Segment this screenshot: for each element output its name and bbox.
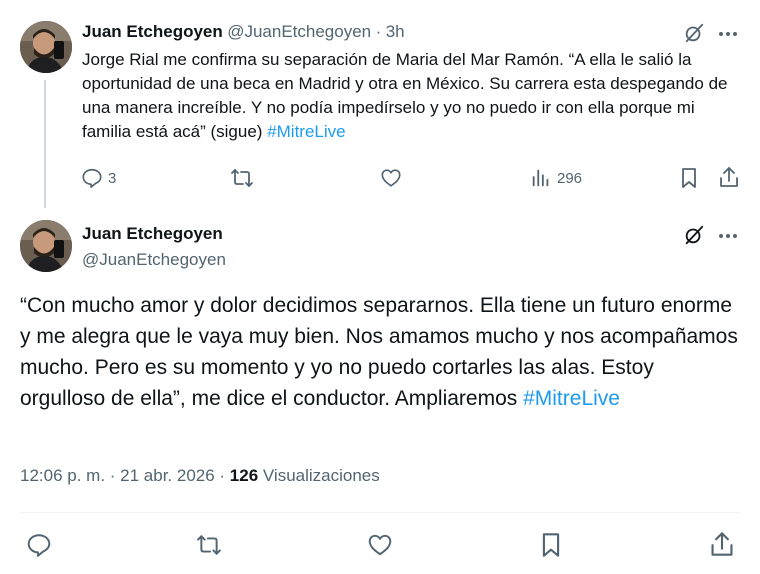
timestamp[interactable]: 3h <box>386 22 405 41</box>
reply-icon[interactable] <box>81 167 103 189</box>
post-timestamp[interactable]: 12:06 p. m. · 21 abr. 2026 · <box>20 466 230 485</box>
hashtag-link[interactable]: #MitreLive <box>267 122 345 141</box>
tweet-body: Jorge Rial me confirma su separación de … <box>82 50 728 141</box>
more-icon[interactable] <box>718 27 738 41</box>
bookmark-icon[interactable] <box>679 167 699 189</box>
tweet1-text: Jorge Rial me confirma su separación de … <box>82 48 742 144</box>
reply-count: 3 <box>108 170 117 187</box>
views-count: 296 <box>557 170 583 187</box>
grok-icon[interactable] <box>683 22 705 44</box>
thread-line <box>44 80 46 208</box>
share-icon[interactable] <box>718 166 740 188</box>
display-name[interactable]: Juan Etchegoyen <box>82 22 223 41</box>
display-name[interactable]: Juan Etchegoyen <box>82 224 223 244</box>
retweet-icon[interactable] <box>230 167 254 189</box>
views-icon[interactable] <box>530 167 552 189</box>
avatar-image <box>20 21 72 73</box>
views-label: Visualizaciones <box>258 466 380 485</box>
tweet2-text: “Con mucho amor y dolor decidimos separa… <box>20 290 740 414</box>
divider <box>20 512 740 513</box>
share-icon[interactable] <box>709 531 735 557</box>
like-icon[interactable] <box>367 532 393 558</box>
tweet1-header: Juan Etchegoyen @JuanEtchegoyen · 3h <box>82 22 405 42</box>
more-icon[interactable] <box>718 229 738 243</box>
like-icon[interactable] <box>380 167 402 189</box>
tweet-body: “Con mucho amor y dolor decidimos separa… <box>20 294 738 410</box>
views-count: 126 <box>229 466 259 485</box>
avatar-image <box>20 220 72 272</box>
handle[interactable]: @JuanEtchegoyen <box>227 22 371 41</box>
reply-icon[interactable] <box>26 532 52 558</box>
bookmark-icon[interactable] <box>539 532 563 558</box>
avatar[interactable] <box>20 220 72 272</box>
retweet-icon[interactable] <box>195 533 223 557</box>
hashtag-link[interactable]: #MitreLive <box>523 387 620 410</box>
grok-icon[interactable] <box>683 224 705 246</box>
handle[interactable]: @JuanEtchegoyen <box>82 250 226 270</box>
separator: · <box>375 22 382 41</box>
avatar[interactable] <box>20 21 72 73</box>
tweet-meta: 12:06 p. m. · 21 abr. 2026 · 126 Visuali… <box>20 466 380 486</box>
